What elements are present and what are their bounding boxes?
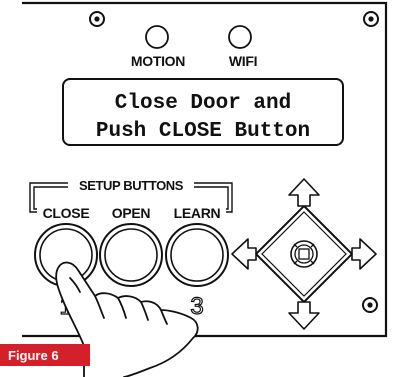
setup-buttons-title: SETUP BUTTONS	[79, 178, 184, 193]
learn-button-number: 3	[190, 293, 203, 320]
open-button[interactable]	[99, 223, 163, 287]
wifi-label: WIFI	[229, 53, 257, 69]
screw-icon	[363, 11, 379, 27]
screw-icon	[362, 297, 378, 313]
screw-icon	[89, 11, 105, 27]
figure-badge: Figure 6	[0, 344, 90, 366]
open-button-label: OPEN	[112, 205, 151, 221]
wifi-led	[228, 25, 252, 49]
figure-label: Figure 6	[8, 347, 59, 363]
motion-label: MOTION	[131, 53, 185, 69]
control-panel-diagram: MOTION WIFI Close Door and Push CLOSE Bu…	[22, 1, 388, 377]
motion-led	[145, 25, 169, 49]
lcd-line-2: Push CLOSE Button	[96, 120, 310, 143]
learn-button[interactable]	[165, 223, 229, 287]
close-button-label: CLOSE	[43, 205, 90, 221]
learn-button-label: LEARN	[174, 205, 221, 221]
lcd-line-1: Close Door and	[115, 92, 291, 115]
